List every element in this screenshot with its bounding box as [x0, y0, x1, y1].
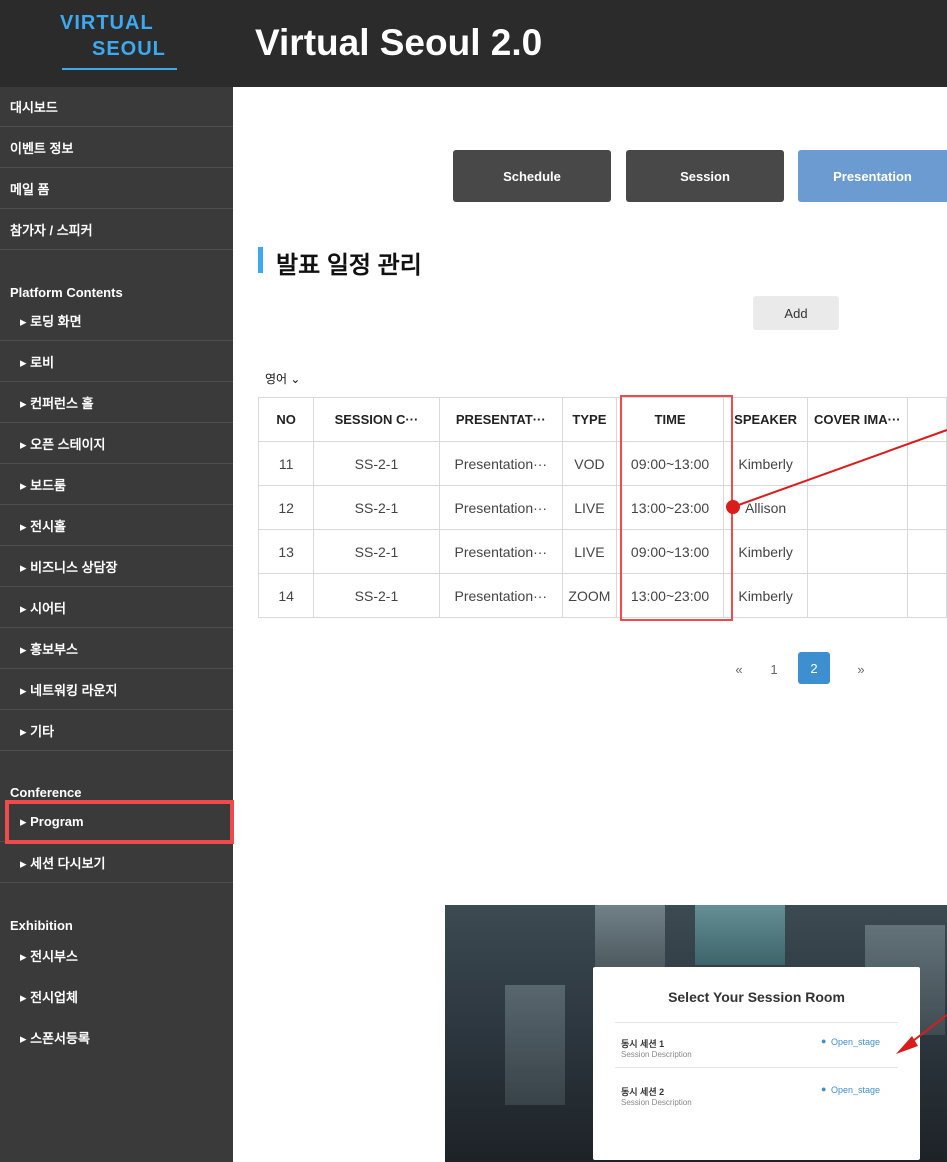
cell-presentation: Presentation··· — [438, 529, 564, 574]
logo-line2: SEOUL — [92, 38, 166, 60]
sidebar-heading-exhibition: Exhibition — [10, 918, 73, 933]
sidebar-item-session-replay[interactable]: ▸ 세션 다시보기 — [0, 843, 233, 883]
table-row[interactable]: 13 SS-2-1 Presentation··· LIVE 09:00~13:… — [257, 529, 947, 574]
app-title: Virtual Seoul 2.0 — [255, 22, 543, 63]
col-header-cover-image[interactable]: COVER IMA··· — [806, 397, 908, 442]
page-2-button[interactable]: 2 — [798, 652, 830, 684]
sidebar-item-loading[interactable]: ▸ 로딩 화면 — [0, 301, 233, 341]
cell-overflow — [906, 573, 947, 618]
cell-speaker: Allison — [723, 485, 808, 530]
page-next-button[interactable]: » — [850, 654, 872, 684]
cell-type: LIVE — [562, 485, 617, 530]
room-1-open-stage-link[interactable]: Open_stage — [831, 1037, 880, 1047]
col-header-speaker[interactable]: SPEAKER — [723, 397, 808, 442]
room-1-desc: Session Description — [621, 1050, 692, 1059]
tab-presentation[interactable]: Presentation — [798, 150, 947, 202]
section-title-text: 발표 일정 관리 — [276, 252, 422, 279]
logo-underline — [62, 68, 177, 70]
cell-cover-image — [806, 441, 908, 486]
preview-building — [505, 985, 565, 1105]
sidebar-item-event-info[interactable]: 이벤트 정보 — [0, 128, 233, 168]
cell-speaker: Kimberly — [723, 441, 808, 486]
cell-type: ZOOM — [562, 573, 617, 618]
sidebar-item-exhibition-hall[interactable]: ▸ 전시홀 — [0, 506, 233, 546]
cell-type: VOD — [562, 441, 617, 486]
app-root: VIRTUAL SEOUL Virtual Seoul 2.0 대시보드 이벤트… — [0, 0, 947, 1162]
sidebar-item-participants[interactable]: 참가자 / 스피커 — [0, 210, 233, 250]
table-row[interactable]: 11 SS-2-1 Presentation··· VOD 09:00~13:0… — [257, 441, 947, 486]
cell-no: 13 — [257, 529, 315, 574]
location-pin-icon: ● — [821, 1084, 827, 1094]
sidebar-item-business[interactable]: ▸ 비즈니스 상담장 — [0, 547, 233, 587]
cell-no: 14 — [257, 573, 315, 618]
col-header-session-code[interactable]: SESSION C··· — [313, 397, 440, 442]
room-2-open-stage-link[interactable]: Open_stage — [831, 1085, 880, 1095]
sidebar-heading-conference: Conference — [10, 785, 82, 800]
top-header: VIRTUAL SEOUL Virtual Seoul 2.0 — [0, 0, 947, 87]
table-row[interactable]: 14 SS-2-1 Presentation··· ZOOM 13:00~23:… — [257, 573, 947, 618]
cell-overflow — [906, 485, 947, 530]
cell-speaker: Kimberly — [723, 573, 808, 618]
sidebar-item-open-stage[interactable]: ▸ 오픈 스테이지 — [0, 424, 233, 464]
sidebar-item-networking[interactable]: ▸ 네트워킹 라운지 — [0, 670, 233, 710]
sidebar-item-boardroom[interactable]: ▸ 보드룸 — [0, 465, 233, 505]
cell-cover-image — [806, 485, 908, 530]
cell-type: LIVE — [562, 529, 617, 574]
sidebar-item-etc[interactable]: ▸ 기타 — [0, 711, 233, 751]
sidebar-item-lobby[interactable]: ▸ 로비 — [0, 342, 233, 382]
sidebar-item-exhibitors[interactable]: ▸ 전시업체 — [0, 976, 233, 1016]
room-1-name: 동시 세션 1 — [621, 1039, 665, 1049]
session-room-modal: Select Your Session Room 동시 세션 1 Session… — [593, 967, 920, 1160]
cell-cover-image — [806, 529, 908, 574]
room-2-desc: Session Description — [621, 1098, 692, 1107]
add-button[interactable]: Add — [753, 296, 839, 330]
section-title: 발표 일정 관리 — [258, 245, 422, 280]
tab-schedule[interactable]: Schedule — [453, 150, 611, 202]
sidebar-item-theater[interactable]: ▸ 시어터 — [0, 588, 233, 628]
cell-presentation: Presentation··· — [438, 485, 564, 530]
cell-no: 12 — [257, 485, 315, 530]
cell-no: 11 — [257, 441, 315, 486]
col-header-overflow — [906, 397, 947, 442]
cell-speaker: Kimberly — [723, 529, 808, 574]
location-pin-icon: ● — [821, 1036, 827, 1046]
sidebar-item-mail-form[interactable]: 메일 폼 — [0, 169, 233, 209]
tab-session[interactable]: Session — [626, 150, 784, 202]
cell-overflow — [906, 441, 947, 486]
program-highlight-box — [5, 800, 234, 844]
cell-presentation: Presentation··· — [438, 573, 564, 618]
col-header-type[interactable]: TYPE — [562, 397, 617, 442]
cell-presentation: Presentation··· — [438, 441, 564, 486]
presentation-table: NO SESSION C··· PRESENTAT··· TYPE TIME S… — [257, 397, 947, 618]
virtual-seoul-logo[interactable]: VIRTUAL SEOUL — [22, 8, 182, 78]
col-header-presentation[interactable]: PRESENTAT··· — [438, 397, 564, 442]
sidebar-item-dashboard[interactable]: 대시보드 — [0, 87, 233, 127]
page-1-button[interactable]: 1 — [765, 654, 783, 684]
table-row[interactable]: 12 SS-2-1 Presentation··· LIVE 13:00~23:… — [257, 485, 947, 530]
cell-session-code: SS-2-1 — [313, 485, 440, 530]
time-column-highlight-box — [620, 395, 733, 621]
cell-session-code: SS-2-1 — [313, 441, 440, 486]
preview-building — [595, 905, 665, 975]
modal-divider — [615, 1067, 898, 1068]
col-header-no[interactable]: NO — [257, 397, 315, 442]
sidebar-heading-platform: Platform Contents — [10, 285, 123, 300]
sidebar-item-promo-booth[interactable]: ▸ 홍보부스 — [0, 629, 233, 669]
logo-line1: VIRTUAL — [60, 12, 154, 34]
sidebar: 대시보드 이벤트 정보 메일 폼 참가자 / 스피커 Platform Cont… — [0, 87, 233, 1162]
table-header-row: NO SESSION C··· PRESENTAT··· TYPE TIME S… — [257, 397, 947, 442]
room-2-name: 동시 세션 2 — [621, 1087, 665, 1097]
page-prev-button[interactable]: « — [728, 654, 750, 684]
cell-overflow — [906, 529, 947, 574]
cell-cover-image — [806, 573, 908, 618]
sidebar-item-exhibit-booth[interactable]: ▸ 전시부스 — [0, 935, 233, 975]
language-select[interactable]: 영어 ⌄ — [265, 370, 300, 387]
sidebar-item-conference-hall[interactable]: ▸ 컨퍼런스 홀 — [0, 383, 233, 423]
preview-building — [695, 905, 785, 965]
modal-title: Select Your Session Room — [668, 989, 845, 1005]
sidebar-item-sponsor[interactable]: ▸ 스폰서등록 — [0, 1017, 233, 1057]
modal-divider — [615, 1022, 898, 1023]
cell-session-code: SS-2-1 — [313, 529, 440, 574]
cell-session-code: SS-2-1 — [313, 573, 440, 618]
